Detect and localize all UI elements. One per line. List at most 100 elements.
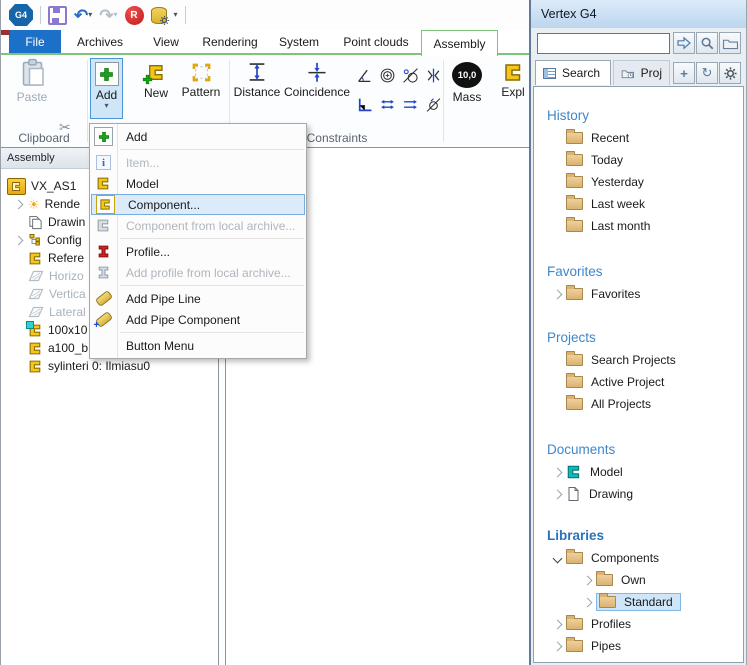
tab-label: Search [562,66,600,80]
browse-button[interactable] [719,32,741,54]
record-button[interactable]: R [125,3,144,27]
distance-label: Distance [234,85,281,99]
undo-button[interactable]: ↶ ▾ [74,3,92,27]
section-documents: Documents [534,435,743,461]
chevron-right-icon[interactable] [553,489,563,499]
tree-row-pipes[interactable]: Pipes [534,635,743,657]
tree-row-all-projects[interactable]: All Projects [534,393,743,415]
tree-label: Rende [45,197,80,211]
menu-item-label: Add [117,130,147,144]
angle-constraint-icon[interactable] [356,67,373,84]
chevron-right-icon[interactable] [583,597,593,607]
tab-file[interactable]: File [9,30,61,53]
coincidence-button[interactable]: Coincidence [284,58,350,99]
add-plus-icon [94,127,113,146]
symmetry-constraint-icon[interactable] [425,67,442,84]
redo-button[interactable]: ↷ ▾ [99,3,117,27]
plane-icon [28,288,44,300]
refresh-button[interactable]: ↻ [696,62,718,84]
tree-label: Pipes [591,639,621,653]
add-button[interactable]: Add ▾ [90,58,123,119]
tree-row-components[interactable]: Components [534,547,743,569]
database-settings-button[interactable] [151,3,167,27]
add-favorite-button[interactable]: + [673,62,695,84]
save-button[interactable] [48,3,67,27]
tangent-constraint-icon[interactable] [402,67,419,84]
antitangent-constraint-icon[interactable] [425,96,442,113]
explode-button[interactable]: Expl [491,58,529,99]
quick-access-toolbar: G4 ↶ ▾ ↷ ▾ R ▾ [1,0,529,30]
tab-search[interactable]: Search [535,60,611,85]
menu-item-add-pipe-line[interactable]: Add Pipe Line [90,288,306,309]
tree-row-recent[interactable]: Recent [534,127,743,149]
tree-row-favorites[interactable]: Favorites [534,283,743,305]
tab-projects[interactable]: Proj [613,60,670,85]
pipe-plus-icon: + [95,312,113,328]
clipboard-icon [19,58,46,88]
tab-assembly[interactable]: Assembly [421,30,498,56]
redo-dropdown-caret[interactable]: ▾ [114,11,118,19]
tree-row-profiles[interactable]: Profiles [534,613,743,635]
browser-tree: History Recent Today Yesterday Last week… [533,86,744,663]
concentric-constraint-icon[interactable] [379,67,396,84]
menu-item-component-local-archive[interactable]: Component from local archive... [90,215,306,236]
vertex-g4-window: G4 ↶ ▾ ↷ ▾ R ▾ File Archives View Render… [0,0,747,665]
menu-item-add-pipe-component[interactable]: + Add Pipe Component [90,309,306,330]
pattern-button[interactable]: Pattern [177,58,225,99]
menu-item-add[interactable]: Add [90,126,306,147]
tab-system[interactable]: System [267,30,331,53]
tree-row-sylinteri[interactable]: sylinteri 0: Ilmiasu0 [1,357,218,375]
tab-rendering[interactable]: Rendering [195,30,265,53]
new-button[interactable]: New [138,58,174,100]
tree-row-last-week[interactable]: Last week [534,193,743,215]
mass-icon: 10,0 [452,62,482,88]
assembly-panel-title: Assembly [7,152,55,164]
chevron-right-icon[interactable] [553,289,563,299]
tree-row-drawing[interactable]: Drawing [534,483,743,505]
menu-item-label: Item... [117,156,159,170]
go-button[interactable] [673,32,695,54]
tab-point-clouds[interactable]: Point clouds [333,30,419,53]
chevron-down-icon[interactable] [553,553,563,563]
perpendicular-constraint-icon[interactable] [356,96,373,113]
undo-dropdown-caret[interactable]: ▾ [88,11,92,19]
settings-button[interactable] [719,62,741,84]
menu-item-button-menu[interactable]: Button Menu [90,335,306,356]
tree-row-own[interactable]: Own [534,569,743,591]
add-dropdown-caret[interactable]: ▾ [104,102,108,110]
tree-row-yesterday[interactable]: Yesterday [534,171,743,193]
distance-button[interactable]: Distance [231,58,283,99]
tree-row-active-project[interactable]: Active Project [534,371,743,393]
tree-row-model[interactable]: Model [534,461,743,483]
tree-label: Lateral [49,305,86,319]
tab-archives[interactable]: Archives [63,30,137,53]
menu-item-label: Profile... [117,245,170,259]
equal-constraint-icon[interactable] [379,96,396,113]
tree-row-standard[interactable]: Standard [534,591,743,613]
menu-item-profile-local-archive[interactable]: Add profile from local archive... [90,262,306,283]
mass-button[interactable]: 10,0 Mass [447,58,487,104]
paste-button[interactable]: Paste [9,58,55,104]
search-button[interactable] [696,32,718,54]
chevron-right-icon[interactable] [13,235,23,245]
toolbar-options-caret[interactable]: ▾ [174,11,178,19]
menu-item-model[interactable]: Model [90,173,306,194]
parallel-constraint-icon[interactable] [402,96,419,113]
chevron-right-icon[interactable] [13,199,23,209]
menu-item-component[interactable]: Component... [91,194,305,215]
chevron-right-icon[interactable] [553,467,563,477]
tree-row-last-month[interactable]: Last month [534,215,743,237]
menu-item-profile[interactable]: Profile... [90,241,306,262]
tree-row-today[interactable]: Today [534,149,743,171]
menu-item-item[interactable]: i Item... [90,152,306,173]
add-dropdown-menu: Add i Item... Model Component... Compone… [89,123,307,359]
section-libraries: Libraries [534,521,743,547]
explode-icon [503,62,524,83]
chevron-right-icon[interactable] [583,575,593,585]
configurations-icon [28,233,42,247]
tree-row-search-projects[interactable]: Search Projects [534,349,743,371]
chevron-right-icon[interactable] [553,619,563,629]
chevron-right-icon[interactable] [553,641,563,651]
tab-view[interactable]: View [139,30,193,53]
search-input[interactable] [537,33,670,54]
